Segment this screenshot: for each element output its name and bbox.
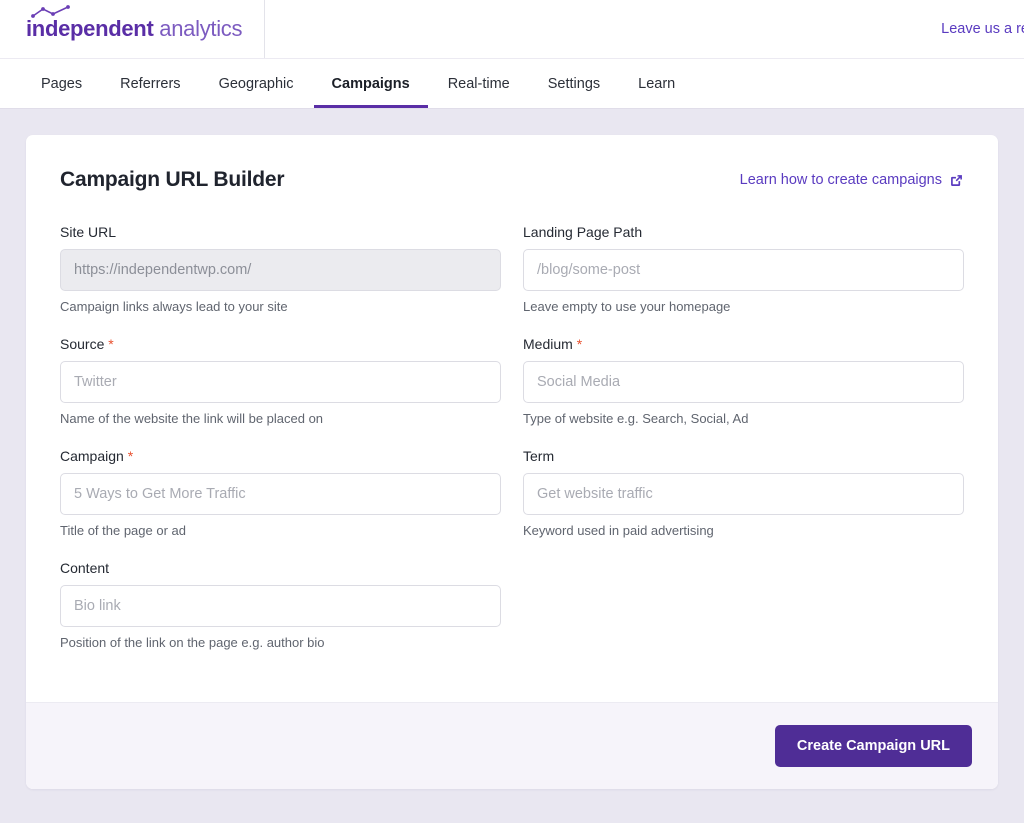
field-label-site-url: Site URL bbox=[60, 224, 501, 240]
form-grid-spacer bbox=[523, 560, 964, 672]
learn-campaigns-link-label: Learn how to create campaigns bbox=[739, 172, 942, 188]
field-label-source: Source * bbox=[60, 336, 501, 352]
field-medium: Medium * Type of website e.g. Search, So… bbox=[523, 336, 964, 426]
form-grid: Site URL Campaign links always lead to y… bbox=[60, 224, 964, 672]
top-bar: independent analytics Leave us a review bbox=[0, 0, 1024, 58]
required-marker: * bbox=[576, 336, 583, 352]
field-campaign: Campaign * Title of the page or ad bbox=[60, 448, 501, 538]
field-hint-source: Name of the website the link will be pla… bbox=[60, 411, 324, 426]
field-label-medium: Medium * bbox=[523, 336, 964, 352]
field-source: Source * Name of the website the link wi… bbox=[60, 336, 501, 426]
field-label-text: Content bbox=[60, 560, 110, 576]
field-label-content: Content bbox=[60, 560, 501, 576]
create-campaign-url-button[interactable]: Create Campaign URL bbox=[774, 725, 972, 767]
learn-campaigns-link[interactable]: Learn how to create campaigns bbox=[740, 172, 964, 188]
field-label-text: Campaign bbox=[60, 448, 124, 464]
field-label-text: Term bbox=[523, 448, 555, 464]
field-hint-site-url: Campaign links always lead to your site bbox=[60, 299, 288, 314]
medium-input[interactable] bbox=[523, 361, 964, 403]
brand-logo[interactable]: independent analytics bbox=[0, 0, 265, 58]
tab-learn[interactable]: Learn bbox=[619, 59, 694, 108]
card-body: Campaign URL Builder Learn how to create… bbox=[26, 135, 998, 702]
field-label-text: Landing Page Path bbox=[523, 224, 643, 240]
page-title: Campaign URL Builder bbox=[60, 168, 285, 191]
field-hint-campaign: Title of the page or ad bbox=[60, 523, 186, 538]
brand-name-strong: independent bbox=[26, 16, 154, 41]
required-marker: * bbox=[127, 448, 134, 464]
campaign-input[interactable] bbox=[60, 473, 501, 515]
page-content: Campaign URL Builder Learn how to create… bbox=[0, 109, 1024, 789]
content-input[interactable] bbox=[60, 585, 501, 627]
field-label-landing-page-path: Landing Page Path bbox=[523, 224, 964, 240]
brand-name-light: analytics bbox=[159, 16, 243, 41]
tab-campaigns[interactable]: Campaigns bbox=[313, 59, 429, 108]
main-nav: Pages Referrers Geographic Campaigns Rea… bbox=[0, 58, 1024, 109]
field-hint-term: Keyword used in paid advertising bbox=[523, 523, 714, 538]
field-label-text: Medium bbox=[523, 336, 573, 352]
field-term: Term Keyword used in paid advertising bbox=[523, 448, 964, 538]
field-label-text: Site URL bbox=[60, 224, 117, 240]
field-hint-medium: Type of website e.g. Search, Social, Ad bbox=[523, 411, 749, 426]
tab-settings[interactable]: Settings bbox=[529, 59, 619, 108]
field-hint-landing-page-path: Leave empty to use your homepage bbox=[523, 299, 731, 314]
line-chart-icon bbox=[31, 5, 70, 18]
landing-page-path-input[interactable] bbox=[523, 249, 964, 291]
required-marker: * bbox=[108, 336, 114, 352]
top-bar-right: Leave us a review bbox=[941, 0, 1024, 58]
field-site-url: Site URL Campaign links always lead to y… bbox=[60, 224, 501, 314]
field-hint-content: Position of the link on the page e.g. au… bbox=[60, 635, 325, 650]
site-url-input[interactable] bbox=[60, 249, 501, 291]
field-label-text: Source bbox=[60, 336, 105, 352]
tab-real-time[interactable]: Real-time bbox=[429, 59, 529, 108]
field-landing-page-path: Landing Page Path Leave empty to use you… bbox=[523, 224, 964, 314]
tab-referrers[interactable]: Referrers bbox=[101, 59, 199, 108]
tab-geographic[interactable]: Geographic bbox=[200, 59, 313, 108]
field-label-campaign: Campaign * bbox=[60, 448, 501, 464]
campaign-url-builder-card: Campaign URL Builder Learn how to create… bbox=[26, 135, 998, 789]
card-footer: Create Campaign URL bbox=[26, 702, 998, 789]
field-content: Content Position of the link on the page… bbox=[60, 560, 501, 650]
tab-pages[interactable]: Pages bbox=[22, 59, 101, 108]
source-input[interactable] bbox=[60, 361, 501, 403]
leave-review-link[interactable]: Leave us a review bbox=[941, 21, 1024, 37]
field-label-term: Term bbox=[523, 448, 964, 464]
external-link-icon bbox=[951, 174, 962, 186]
term-input[interactable] bbox=[523, 473, 964, 515]
card-header: Campaign URL Builder Learn how to create… bbox=[60, 168, 964, 192]
